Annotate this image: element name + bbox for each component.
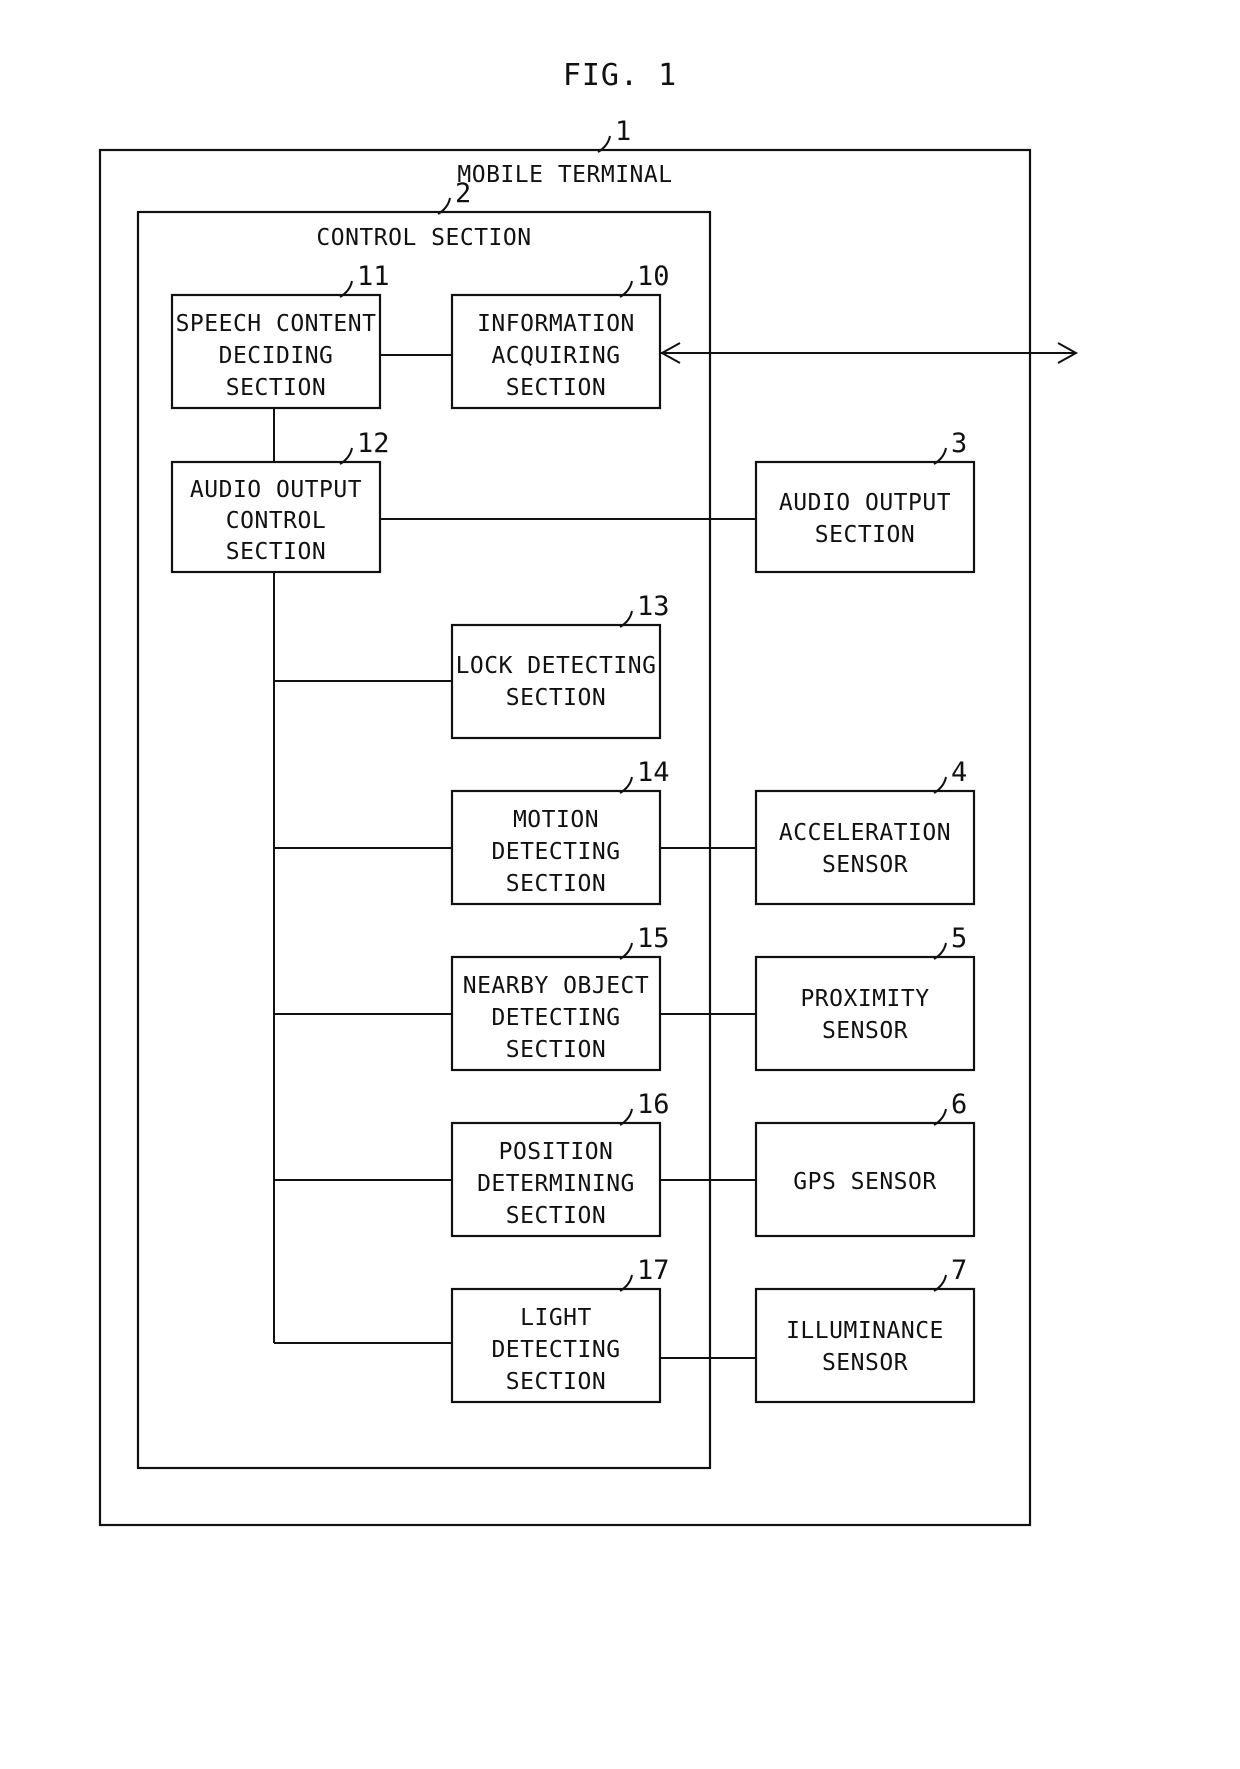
block-acceleration-sensor-line1: ACCELERATION: [779, 820, 951, 846]
block-illuminance-sensor: ILLUMINANCE SENSOR 7: [754, 1255, 976, 1404]
ref-number-6: 6: [951, 1089, 967, 1120]
block-illuminance-sensor-box: [754, 1287, 976, 1404]
block-acceleration-sensor: ACCELERATION SENSOR 4: [754, 757, 976, 906]
ref-number-5: 5: [951, 923, 967, 954]
block-speech-content-deciding-section: SPEECH CONTENT DECIDING SECTION 11: [170, 261, 390, 410]
block-position-determining-section-line1: POSITION: [499, 1139, 614, 1165]
block-speech-content-deciding-section-line3: SECTION: [226, 375, 326, 401]
block-acceleration-sensor-box: [754, 789, 976, 906]
block-motion-detecting-section-line2: DETECTING: [491, 839, 620, 865]
block-nearby-object-detecting-section: NEARBY OBJECT DETECTING SECTION 15: [450, 923, 670, 1072]
block-audio-output-control-section: AUDIO OUTPUT CONTROL SECTION 12: [170, 428, 390, 574]
block-motion-detecting-section: MOTION DETECTING SECTION 14: [450, 757, 670, 906]
block-light-detecting-section: LIGHT DETECTING SECTION 17: [450, 1255, 670, 1404]
block-illuminance-sensor-line1: ILLUMINANCE: [786, 1318, 944, 1344]
block-lock-detecting-section: LOCK DETECTING SECTION 13: [450, 591, 670, 740]
ref-number-17: 17: [637, 1255, 670, 1286]
block-gps-sensor: GPS SENSOR 6: [754, 1089, 976, 1238]
figure-title: FIG. 1: [563, 58, 677, 93]
block-proximity-sensor-line2: SENSOR: [822, 1018, 908, 1044]
ref-number-12: 12: [357, 428, 390, 459]
inner-frame-label: CONTROL SECTION: [316, 225, 531, 251]
block-proximity-sensor-line1: PROXIMITY: [800, 986, 929, 1012]
block-light-detecting-section-line1: LIGHT: [520, 1305, 592, 1331]
block-audio-output-control-section-line1: AUDIO OUTPUT: [190, 477, 362, 503]
block-speech-content-deciding-section-line1: SPEECH CONTENT: [176, 311, 377, 337]
ref-number-11: 11: [357, 261, 390, 292]
block-lock-detecting-section-box: [450, 623, 662, 740]
patent-figure: FIG. 1 MOBILE TERMINAL 1 CONTROL SECTION…: [0, 0, 1240, 1765]
ref-number-7: 7: [951, 1255, 967, 1286]
ref-number-13: 13: [637, 591, 670, 622]
ref-number-outer-frame: 1: [615, 116, 631, 147]
block-audio-output-control-section-line2: CONTROL: [226, 508, 326, 534]
ref-number-inner-frame: 2: [455, 178, 471, 209]
block-information-acquiring-section-line3: SECTION: [506, 375, 606, 401]
block-nearby-object-detecting-section-line2: DETECTING: [491, 1005, 620, 1031]
block-position-determining-section-line3: SECTION: [506, 1203, 606, 1229]
ref-number-16: 16: [637, 1089, 670, 1120]
block-audio-output-section-line1: AUDIO OUTPUT: [779, 490, 951, 516]
block-speech-content-deciding-section-line2: DECIDING: [219, 343, 334, 369]
block-gps-sensor-line1: GPS SENSOR: [793, 1169, 936, 1195]
block-proximity-sensor: PROXIMITY SENSOR 5: [754, 923, 976, 1072]
block-motion-detecting-section-line3: SECTION: [506, 871, 606, 897]
block-lock-detecting-section-line1: LOCK DETECTING: [456, 653, 657, 679]
block-position-determining-section-line2: DETERMINING: [477, 1171, 635, 1197]
outer-frame-label: MOBILE TERMINAL: [457, 162, 672, 188]
block-audio-output-control-section-line3: SECTION: [226, 539, 326, 565]
block-position-determining-section: POSITION DETERMINING SECTION 16: [450, 1089, 670, 1238]
block-illuminance-sensor-line2: SENSOR: [822, 1350, 908, 1376]
ref-number-10: 10: [637, 261, 670, 292]
block-audio-output-section: AUDIO OUTPUT SECTION 3: [754, 428, 976, 574]
block-nearby-object-detecting-section-line1: NEARBY OBJECT: [463, 973, 650, 999]
block-light-detecting-section-line3: SECTION: [506, 1369, 606, 1395]
block-lock-detecting-section-line2: SECTION: [506, 685, 606, 711]
block-acceleration-sensor-line2: SENSOR: [822, 852, 908, 878]
ref-number-14: 14: [637, 757, 670, 788]
block-information-acquiring-section-line1: INFORMATION: [477, 311, 635, 337]
block-light-detecting-section-line2: DETECTING: [491, 1337, 620, 1363]
block-proximity-sensor-box: [754, 955, 976, 1072]
ref-number-3: 3: [951, 428, 967, 459]
block-audio-output-section-line2: SECTION: [815, 522, 915, 548]
ref-number-15: 15: [637, 923, 670, 954]
block-audio-output-section-box: [754, 460, 976, 574]
block-information-acquiring-section: INFORMATION ACQUIRING SECTION 10: [450, 261, 670, 410]
block-motion-detecting-section-line1: MOTION: [513, 807, 599, 833]
block-information-acquiring-section-line2: ACQUIRING: [491, 343, 620, 369]
block-nearby-object-detecting-section-line3: SECTION: [506, 1037, 606, 1063]
ref-number-4: 4: [951, 757, 967, 788]
